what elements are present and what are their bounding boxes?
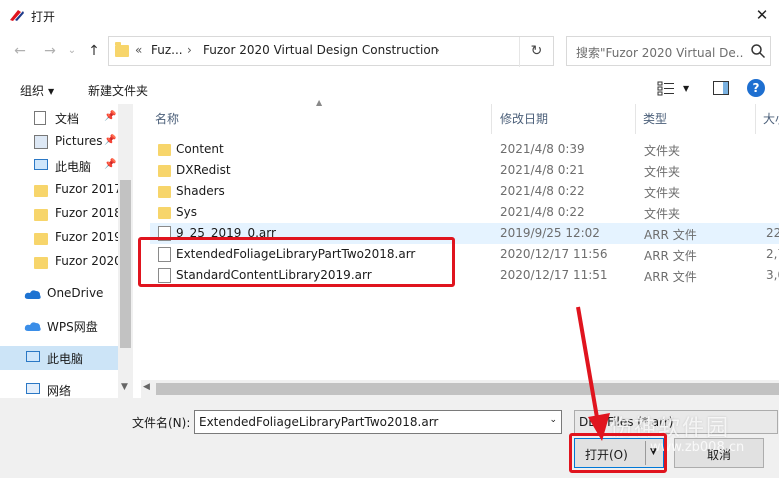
sidebar-item-this-pc-quick[interactable]: 此电脑 📌 bbox=[0, 154, 118, 178]
new-folder-button[interactable]: 新建文件夹 bbox=[88, 82, 148, 99]
search-input[interactable]: 搜索"Fuzor 2020 Virtual De... bbox=[566, 36, 771, 66]
breadcrumb-fuzor[interactable]: Fuz... bbox=[151, 43, 183, 57]
organize-menu[interactable]: 组织 ▼ bbox=[20, 82, 54, 99]
column-header-date[interactable]: 修改日期 bbox=[500, 110, 548, 127]
horizontal-scrollbar-thumb[interactable] bbox=[156, 383, 779, 395]
annotation-arrow-icon bbox=[576, 306, 610, 441]
view-options-icon[interactable] bbox=[657, 80, 675, 96]
address-bar[interactable]: « Fuz... › Fuzor 2020 Virtual Design Con… bbox=[108, 36, 614, 67]
sidebar-item-fuzor-2017[interactable]: Fuzor 2017 bbox=[0, 178, 122, 202]
folder-icon bbox=[34, 209, 48, 221]
back-arrow-icon[interactable]: ← bbox=[10, 40, 30, 62]
pin-icon: 📌 bbox=[104, 135, 117, 146]
filename-label: 文件名(N): bbox=[132, 416, 191, 430]
folder-icon bbox=[34, 185, 48, 197]
sidebar-item-fuzor-2018[interactable]: Fuzor 2018 bbox=[0, 202, 122, 226]
filename-value: ExtendedFoliageLibraryPartTwo2018.arr bbox=[199, 415, 439, 429]
folder-icon bbox=[158, 144, 171, 156]
address-overflow-icon[interactable]: « bbox=[135, 43, 142, 57]
folder-icon bbox=[115, 42, 129, 57]
column-header-name[interactable]: 名称 bbox=[155, 110, 179, 127]
forward-arrow-icon[interactable]: → bbox=[40, 40, 60, 62]
column-header-type[interactable]: 类型 bbox=[643, 110, 667, 127]
breadcrumb-current-folder[interactable]: Fuzor 2020 Virtual Design Construction bbox=[203, 43, 438, 57]
column-header-size[interactable]: 大小 bbox=[763, 110, 779, 127]
chevron-down-icon: ▼ bbox=[48, 87, 55, 96]
computer-icon bbox=[26, 351, 40, 362]
recent-locations-chevron-icon[interactable]: ⌄ bbox=[62, 40, 82, 62]
app-icon bbox=[10, 10, 24, 21]
navigation-pane: 文档 📌 Pictures 📌 此电脑 📌 Fuzor 2017 Fuzor 2… bbox=[0, 104, 133, 398]
navigation-bar: ← → ⌄ ↑ « Fuz... › Fuzor 2020 Virtual De… bbox=[0, 36, 779, 67]
picture-icon bbox=[34, 135, 48, 149]
scroll-left-icon[interactable]: ◀ bbox=[143, 382, 150, 392]
list-item[interactable]: DXRedist 2021/4/8 0:21 文件夹 bbox=[150, 160, 779, 181]
folder-icon bbox=[158, 165, 171, 177]
breadcrumb-separator-icon: › bbox=[187, 43, 192, 57]
folder-icon bbox=[158, 186, 171, 198]
column-divider[interactable] bbox=[635, 104, 636, 134]
view-dropdown-icon[interactable]: ▼ bbox=[683, 84, 689, 93]
pin-icon: 📌 bbox=[104, 159, 117, 170]
help-icon[interactable]: ? bbox=[747, 79, 765, 97]
sidebar-scrollbar-thumb[interactable] bbox=[120, 180, 131, 348]
folder-icon bbox=[34, 233, 48, 245]
sidebar-item-pictures[interactable]: Pictures 📌 bbox=[0, 130, 118, 154]
column-divider[interactable] bbox=[755, 104, 756, 134]
list-item[interactable]: Content 2021/4/8 0:39 文件夹 bbox=[150, 139, 779, 160]
preview-pane-icon[interactable] bbox=[713, 81, 729, 95]
wps-cloud-icon bbox=[24, 322, 41, 331]
document-icon bbox=[34, 111, 46, 125]
folder-icon bbox=[34, 257, 48, 269]
refresh-icon[interactable]: ↻ bbox=[519, 37, 553, 67]
up-arrow-icon[interactable]: ↑ bbox=[84, 40, 104, 62]
filename-input[interactable]: ExtendedFoliageLibraryPartTwo2018.arr ⌄ bbox=[194, 410, 562, 434]
list-item[interactable]: Shaders 2021/4/8 0:22 文件夹 bbox=[150, 181, 779, 202]
list-item[interactable]: Sys 2021/4/8 0:22 文件夹 bbox=[150, 202, 779, 223]
title-bar: 打开 ✕ bbox=[0, 0, 779, 32]
sidebar-item-fuzor-2020[interactable]: Fuzor 2020 bbox=[0, 250, 122, 274]
search-icon bbox=[751, 44, 766, 59]
chevron-down-icon[interactable]: ⌄ bbox=[549, 415, 557, 425]
sidebar-item-fuzor-2019[interactable]: Fuzor 2019 bbox=[0, 226, 122, 250]
column-divider[interactable] bbox=[491, 104, 492, 134]
search-placeholder: 搜索"Fuzor 2020 Virtual De... bbox=[576, 46, 744, 60]
cloud-icon bbox=[24, 290, 41, 299]
sidebar-item-this-pc[interactable]: 此电脑 bbox=[0, 346, 118, 370]
window-title: 打开 bbox=[31, 10, 56, 24]
network-icon bbox=[26, 383, 40, 394]
scroll-down-icon[interactable]: ▼ bbox=[121, 382, 128, 392]
sidebar-item-onedrive[interactable]: OneDrive bbox=[0, 282, 118, 306]
breadcrumb-separator-icon: › bbox=[435, 43, 440, 57]
pin-icon: 📌 bbox=[104, 111, 117, 122]
computer-icon bbox=[34, 159, 48, 170]
sidebar-item-documents[interactable]: 文档 📌 bbox=[0, 106, 118, 130]
sidebar-item-wps-drive[interactable]: WPS网盘 bbox=[0, 314, 118, 338]
close-icon[interactable]: ✕ bbox=[751, 4, 773, 26]
folder-icon bbox=[158, 207, 171, 219]
annotation-highlight-files bbox=[138, 237, 455, 287]
